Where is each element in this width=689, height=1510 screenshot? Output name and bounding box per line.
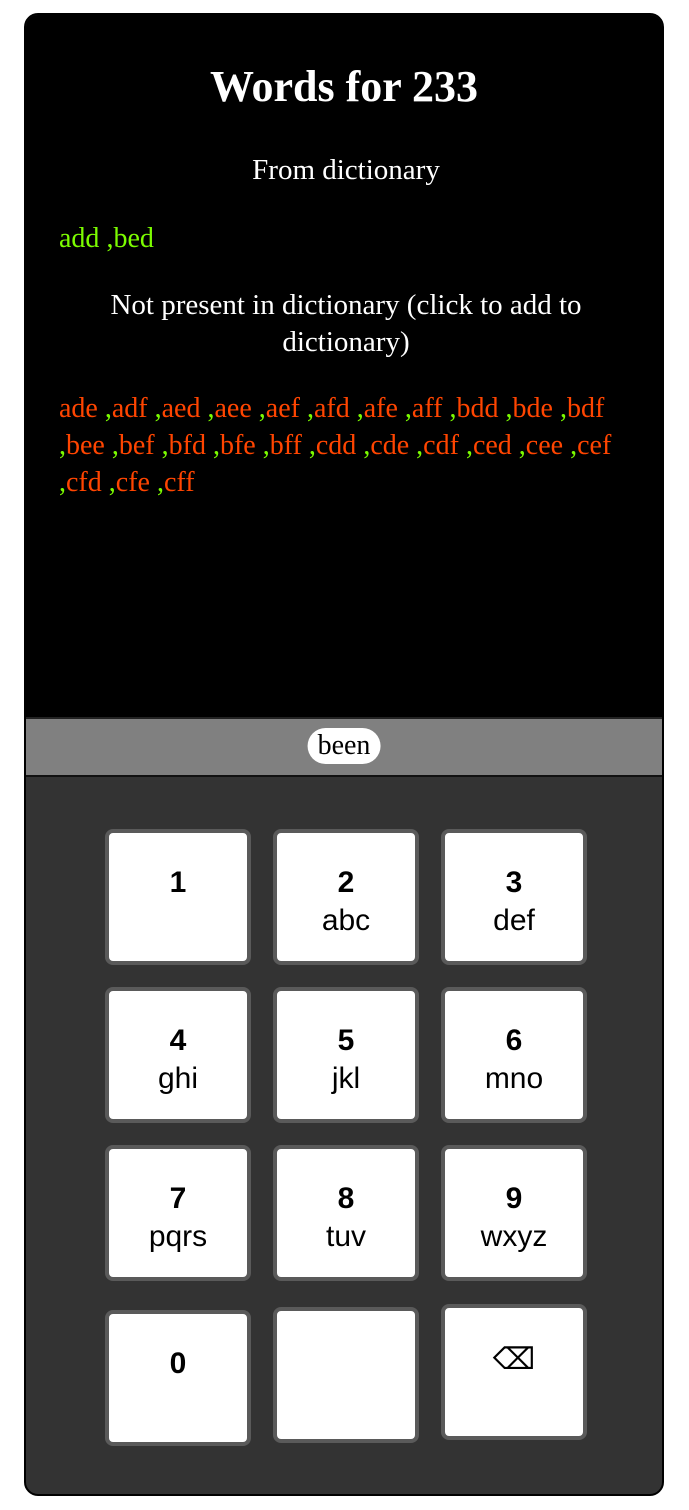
key-number: 6	[505, 1024, 523, 1057]
word-separator: ,	[59, 467, 66, 498]
candidate-word[interactable]: cee	[526, 430, 563, 461]
key-8[interactable]: 8 tuv	[273, 1145, 419, 1281]
word-separator: ,	[409, 430, 424, 461]
key-number: 9	[505, 1182, 523, 1215]
key-number: 7	[169, 1182, 187, 1215]
candidate-word[interactable]: cff	[164, 467, 195, 498]
candidate-word[interactable]: ade	[59, 393, 98, 424]
backspace-icon: ⌫	[492, 1343, 536, 1376]
key-letters: mno	[484, 1062, 544, 1095]
dictionary-word: add	[59, 223, 100, 254]
candidate-word[interactable]: aed	[162, 393, 201, 424]
word-separator: ,	[99, 223, 114, 254]
word-separator: ,	[104, 430, 119, 461]
word-separator: ,	[511, 430, 526, 461]
word-separator: ,	[200, 393, 215, 424]
word-separator: ,	[397, 393, 412, 424]
word-separator: ,	[149, 467, 164, 498]
key-7[interactable]: 7 pqrs	[105, 1145, 251, 1281]
key-0[interactable]: 0	[105, 1310, 251, 1446]
key-1[interactable]: 1	[105, 829, 251, 965]
key-number: 0	[169, 1347, 187, 1380]
dictionary-word-list: add ,bed	[59, 220, 639, 257]
candidate-word[interactable]: aef	[266, 393, 300, 424]
candidate-word[interactable]: aff	[412, 393, 443, 424]
dictionary-heading: From dictionary	[252, 154, 440, 186]
not-in-dictionary-word-list: ade ,adf ,aed ,aee ,aef ,afd ,afe ,aff ,…	[59, 390, 639, 501]
candidate-word[interactable]: cdf	[423, 430, 459, 461]
key-5[interactable]: 5 jkl	[273, 987, 419, 1123]
key-3[interactable]: 3 def	[441, 829, 587, 965]
page-title: Words for 233	[209, 62, 479, 111]
candidate-word[interactable]: cfe	[116, 467, 150, 498]
key-letters: pqrs	[148, 1220, 208, 1253]
key-number: 2	[337, 866, 355, 899]
candidate-word[interactable]: afe	[364, 393, 398, 424]
key-space[interactable]	[273, 1307, 419, 1443]
key-number: 1	[169, 866, 187, 899]
candidate-word[interactable]: afd	[314, 393, 350, 424]
key-6[interactable]: 6 mno	[441, 987, 587, 1123]
candidate-word[interactable]: bde	[513, 393, 553, 424]
key-letters: jkl	[331, 1062, 361, 1095]
word-separator: ,	[563, 430, 578, 461]
candidate-word[interactable]: ced	[473, 430, 512, 461]
candidate-word[interactable]: bdd	[457, 393, 499, 424]
candidate-word[interactable]: bef	[119, 430, 155, 461]
word-separator: ,	[255, 430, 270, 461]
phone-frame: Words for 233 From dictionary add ,bed N…	[24, 13, 664, 1496]
word-display: Words for 233 From dictionary add ,bed N…	[26, 15, 662, 717]
word-separator: ,	[205, 430, 220, 461]
suggestion-bar: been	[26, 717, 662, 777]
key-number: 4	[169, 1024, 187, 1057]
word-separator: ,	[251, 393, 266, 424]
word-separator: ,	[147, 393, 162, 424]
candidate-word[interactable]: cde	[370, 430, 409, 461]
candidate-word[interactable]: cfd	[66, 467, 102, 498]
key-number: 3	[505, 866, 523, 899]
key-letters: tuv	[325, 1220, 367, 1253]
word-separator: ,	[97, 393, 112, 424]
word-separator: ,	[101, 467, 116, 498]
key-letters: abc	[321, 904, 371, 937]
candidate-word[interactable]: bee	[66, 430, 105, 461]
word-separator: ,	[299, 393, 314, 424]
candidate-word[interactable]: bfe	[220, 430, 256, 461]
suggestion-chip[interactable]: been	[307, 728, 381, 764]
word-separator: ,	[59, 430, 66, 461]
key-letters: def	[493, 904, 535, 937]
word-separator: ,	[154, 430, 169, 461]
candidate-word[interactable]: bdf	[567, 393, 604, 424]
key-letters: ghi	[157, 1062, 199, 1095]
word-separator: ,	[356, 430, 371, 461]
dictionary-word: bed	[113, 223, 154, 254]
candidate-word[interactable]: bfd	[169, 430, 206, 461]
word-separator: ,	[301, 430, 316, 461]
key-9[interactable]: 9 wxyz	[441, 1145, 587, 1281]
key-letters: wxyz	[480, 1220, 548, 1253]
key-4[interactable]: 4 ghi	[105, 987, 251, 1123]
word-separator: ,	[498, 393, 513, 424]
word-separator: ,	[458, 430, 473, 461]
candidate-word[interactable]: adf	[112, 393, 148, 424]
key-number: 8	[337, 1182, 355, 1215]
word-separator: ,	[552, 393, 567, 424]
not-in-dictionary-heading: Not present in dictionary (click to add …	[110, 289, 582, 358]
candidate-word[interactable]: bff	[270, 430, 302, 461]
candidate-word[interactable]: aee	[214, 393, 251, 424]
word-separator: ,	[442, 393, 457, 424]
word-separator: ,	[349, 393, 364, 424]
candidate-word[interactable]: cdd	[316, 430, 356, 461]
key-number: 5	[337, 1024, 355, 1057]
candidate-word[interactable]: cef	[577, 430, 611, 461]
key-2[interactable]: 2 abc	[273, 829, 419, 965]
key-backspace[interactable]: ⌫	[441, 1304, 587, 1440]
